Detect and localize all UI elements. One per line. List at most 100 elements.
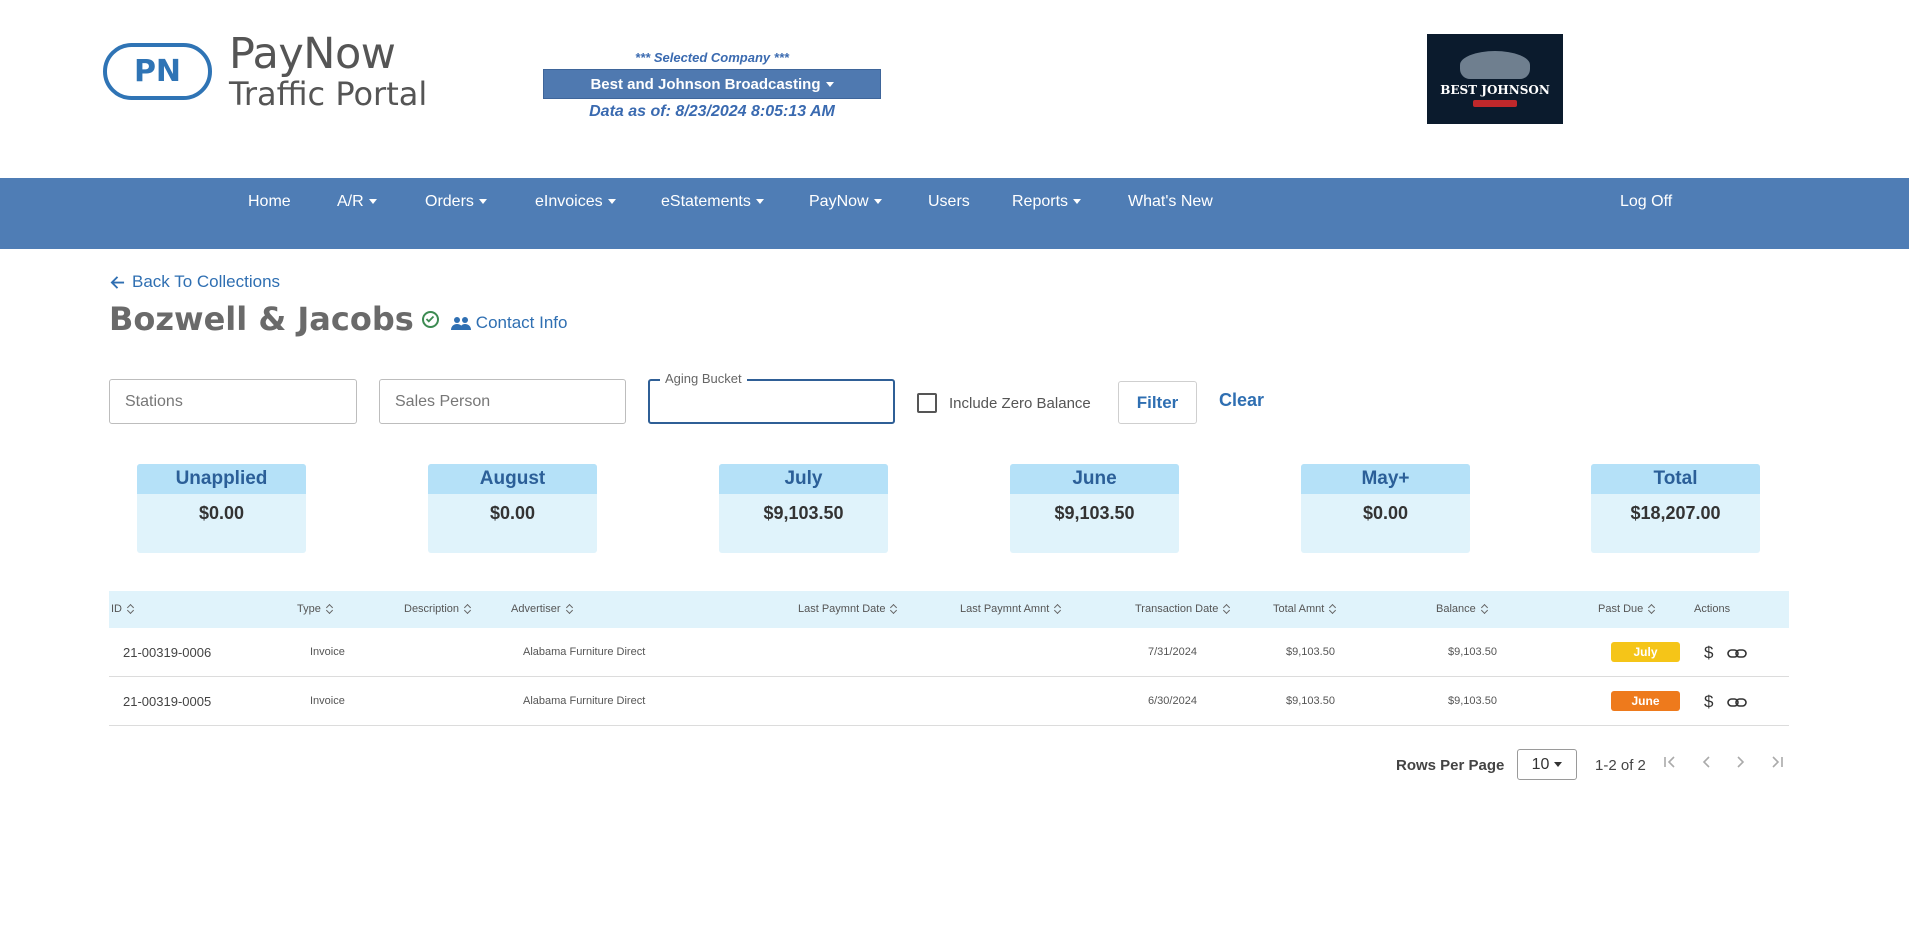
- stations-input[interactable]: [110, 380, 356, 423]
- nav-whats-new[interactable]: What's New: [1128, 193, 1213, 211]
- sales-person-field[interactable]: [379, 379, 626, 424]
- bucket-value: $0.00: [1362, 503, 1409, 523]
- nav-ar[interactable]: A/R: [337, 193, 377, 211]
- nav-users[interactable]: Users: [928, 193, 970, 211]
- table-row[interactable]: 21-00319-0005 Invoice Alabama Furniture …: [109, 677, 1789, 726]
- nav-orders[interactable]: Orders: [425, 193, 487, 211]
- cell-id[interactable]: 21-00319-0006: [123, 628, 211, 677]
- col-description[interactable]: Description: [404, 591, 472, 628]
- sort-icon: [1329, 604, 1337, 614]
- page-header: Bozwell & Jacobs Contact Info: [109, 300, 567, 338]
- sort-icon: [464, 604, 472, 614]
- cell-advertiser: Alabama Furniture Direct: [523, 646, 646, 658]
- company-dropdown[interactable]: Best and Johnson Broadcasting: [543, 69, 881, 99]
- bucket-total[interactable]: Total $18,207.00: [1591, 464, 1760, 553]
- nav-reports[interactable]: Reports: [1012, 193, 1082, 211]
- brand-badge: PN: [103, 43, 212, 100]
- back-label: Back To Collections: [132, 272, 281, 291]
- nav-logoff-label: Log Off: [1620, 193, 1673, 210]
- brand-subtitle: Traffic Portal: [229, 75, 428, 113]
- sales-person-input[interactable]: [380, 380, 625, 423]
- col-id-label: ID: [111, 603, 122, 615]
- rows-per-page-select[interactable]: 10: [1517, 749, 1577, 780]
- back-to-collections-link[interactable]: Back To Collections: [110, 272, 280, 292]
- bucket-may-plus[interactable]: May+ $0.00: [1301, 464, 1470, 553]
- contact-info-link[interactable]: Contact Info: [450, 313, 568, 333]
- cell-total-amnt: $9,103.50: [1286, 695, 1335, 707]
- brand-logo[interactable]: PN PayNow Traffic Portal: [103, 33, 427, 110]
- stations-field[interactable]: [109, 379, 357, 424]
- sort-icon: [890, 604, 898, 614]
- bucket-june[interactable]: June $9,103.50: [1010, 464, 1179, 553]
- col-id[interactable]: ID: [111, 591, 135, 628]
- nav-logoff[interactable]: Log Off: [1620, 193, 1672, 211]
- link-icon[interactable]: [1727, 677, 1747, 726]
- nav-ar-label: A/R: [337, 193, 364, 210]
- col-transaction-date[interactable]: Transaction Date: [1135, 591, 1231, 628]
- nav-whats-new-label: What's New: [1128, 193, 1213, 210]
- company-name: Best and Johnson Broadcasting: [590, 75, 821, 93]
- bucket-unapplied[interactable]: Unapplied $0.00: [137, 464, 306, 553]
- selected-company-label: *** Selected Company ***: [635, 50, 789, 65]
- zero-balance-checkbox[interactable]: [917, 393, 937, 413]
- last-page-icon[interactable]: [1770, 754, 1788, 774]
- bucket-value: $0.00: [198, 503, 245, 523]
- col-type-label: Type: [297, 603, 321, 615]
- aging-bucket-input[interactable]: [650, 381, 893, 422]
- page-range: 1-2 of 2: [1595, 757, 1646, 774]
- nav-home[interactable]: Home: [248, 193, 291, 211]
- filter-button[interactable]: Filter: [1118, 381, 1197, 424]
- sort-icon: [1648, 604, 1656, 614]
- col-actions: Actions: [1694, 591, 1730, 628]
- first-page-icon[interactable]: [1663, 754, 1681, 774]
- col-advertiser[interactable]: Advertiser: [511, 591, 574, 628]
- check-circle-icon: [421, 310, 439, 328]
- bucket-title: Unapplied: [137, 464, 306, 494]
- nav-einvoices[interactable]: eInvoices: [535, 193, 616, 211]
- dollar-icon[interactable]: $: [1704, 628, 1713, 677]
- cell-id[interactable]: 21-00319-0005: [123, 677, 211, 726]
- bucket-value: $0.00: [489, 503, 536, 523]
- include-zero-balance[interactable]: Include Zero Balance: [917, 393, 1091, 413]
- logo-figure: [1460, 51, 1530, 79]
- cell-balance: $9,103.50: [1448, 646, 1497, 658]
- col-last-paymnt-date[interactable]: Last Paymnt Date: [798, 591, 898, 628]
- col-total-amnt[interactable]: Total Amnt: [1273, 591, 1337, 628]
- link-icon[interactable]: [1727, 628, 1747, 677]
- past-due-badge: July: [1611, 642, 1680, 662]
- sort-icon: [326, 604, 334, 614]
- logo-banner: [1473, 100, 1517, 107]
- col-past-due[interactable]: Past Due: [1598, 591, 1656, 628]
- people-icon: [450, 317, 471, 330]
- bucket-july[interactable]: July $9,103.50: [719, 464, 888, 553]
- cell-balance: $9,103.50: [1448, 695, 1497, 707]
- contact-info-label: Contact Info: [475, 313, 568, 332]
- col-transaction-date-label: Transaction Date: [1135, 603, 1219, 615]
- cell-advertiser: Alabama Furniture Direct: [523, 695, 646, 707]
- table-row[interactable]: 21-00319-0006 Invoice Alabama Furniture …: [109, 628, 1789, 677]
- col-description-label: Description: [404, 603, 460, 615]
- nav-paynow-label: PayNow: [809, 193, 869, 210]
- aging-bucket-label: Aging Bucket: [660, 371, 747, 386]
- dollar-icon[interactable]: $: [1704, 677, 1713, 726]
- cell-transaction-date: 7/31/2024: [1148, 646, 1197, 658]
- bucket-august[interactable]: August $0.00: [428, 464, 597, 553]
- nav-paynow[interactable]: PayNow: [809, 193, 882, 211]
- col-last-paymnt-amnt[interactable]: Last Paymnt Amnt: [960, 591, 1062, 628]
- bucket-title: May+: [1301, 464, 1470, 494]
- col-last-paymnt-date-label: Last Paymnt Date: [798, 603, 886, 615]
- prev-page-icon[interactable]: [1699, 754, 1717, 774]
- next-page-icon[interactable]: [1734, 754, 1752, 774]
- chevron-down-icon: [825, 81, 834, 87]
- col-balance[interactable]: Balance: [1436, 591, 1489, 628]
- bucket-value: $9,103.50: [1054, 503, 1135, 523]
- sort-icon: [127, 604, 135, 614]
- cell-transaction-date: 6/30/2024: [1148, 695, 1197, 707]
- clear-button[interactable]: Clear: [1219, 390, 1264, 411]
- chevron-down-icon: [755, 199, 764, 205]
- nav-estatements[interactable]: eStatements: [661, 193, 764, 211]
- cell-total-amnt: $9,103.50: [1286, 646, 1335, 658]
- col-type[interactable]: Type: [297, 591, 334, 628]
- aging-bucket-field[interactable]: Aging Bucket: [648, 371, 895, 424]
- data-as-of: Data as of: 8/23/2024 8:05:13 AM: [589, 103, 835, 120]
